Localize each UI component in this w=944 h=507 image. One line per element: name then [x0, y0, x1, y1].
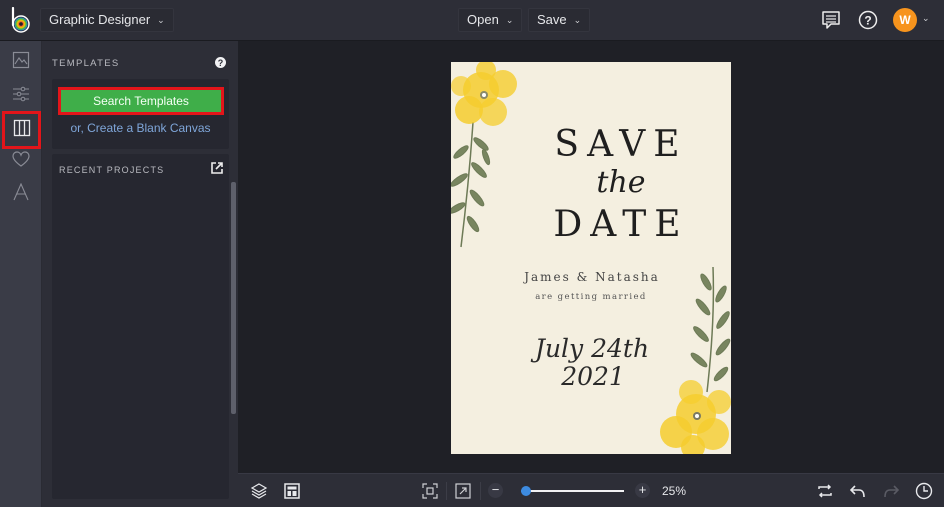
user-avatar[interactable]: W [893, 8, 917, 32]
recent-projects-card [52, 154, 229, 499]
chevron-down-icon[interactable]: ⌄ [922, 13, 930, 24]
zoom-slider[interactable] [521, 490, 624, 492]
bottom-toolbar: − + 25% [238, 473, 944, 507]
open-label: Open [467, 12, 499, 27]
panel-scrollbar[interactable] [231, 182, 236, 414]
open-dropdown[interactable]: Open ⌄ [458, 8, 523, 32]
create-blank-canvas-link[interactable]: or, Create a Blank Canvas [52, 121, 229, 135]
divider [480, 482, 481, 500]
save-dropdown[interactable]: Save ⌄ [528, 8, 591, 32]
flower-bottom-right [660, 380, 731, 454]
undo-icon[interactable] [849, 482, 867, 500]
redo-icon[interactable] [882, 482, 900, 500]
avatar-initial: W [899, 13, 911, 27]
expand-icon[interactable] [454, 482, 472, 500]
zoom-slider-handle[interactable] [521, 486, 532, 496]
rail-item-favorites[interactable] [6, 146, 36, 176]
divider [446, 482, 447, 500]
svg-text:?: ? [864, 14, 871, 28]
rail-item-text[interactable] [6, 179, 36, 209]
app-menu-dropdown[interactable]: Graphic Designer ⌄ [40, 8, 174, 32]
top-bar: Graphic Designer ⌄ Open ⌄ Save ⌄ ? W ⌄ [0, 0, 944, 41]
rail-item-templates[interactable] [2, 111, 41, 149]
couple-names: James & Natasha [524, 270, 660, 284]
event-year: 2021 [561, 362, 625, 391]
help-icon[interactable]: ? [215, 57, 226, 68]
rail-item-image[interactable] [6, 47, 36, 77]
text-icon [12, 182, 30, 206]
save-label: Save [537, 12, 567, 27]
layout-icon[interactable] [283, 482, 301, 500]
search-templates-button[interactable]: Search Templates [58, 87, 224, 115]
app-logo[interactable] [10, 6, 34, 33]
headline-the: the [596, 165, 646, 200]
headline-date: DATE [553, 204, 689, 245]
tool-rail [0, 41, 42, 507]
subtitle-text: are getting married [535, 292, 647, 302]
external-link-icon[interactable] [210, 161, 224, 175]
event-date: July 24th [534, 334, 650, 363]
headline-save: SAVE [554, 124, 688, 165]
sliders-icon [12, 85, 30, 108]
recent-projects-title: RECENT PROJECTS [59, 165, 165, 175]
columns-icon [13, 119, 31, 142]
zoom-in-button[interactable]: + [635, 483, 650, 498]
chat-icon[interactable] [820, 9, 842, 31]
flower-top-left [451, 62, 517, 126]
floral-decoration [451, 62, 731, 454]
templates-panel: TEMPLATES ? Search Templates or, Create … [42, 41, 238, 507]
design-canvas[interactable]: SAVE the DATE James & Natasha are gettin… [451, 62, 731, 454]
zoom-out-button[interactable]: − [488, 483, 503, 498]
rail-item-adjust[interactable] [6, 81, 36, 111]
image-icon [12, 51, 30, 74]
chevron-down-icon: ⌄ [505, 15, 514, 25]
chevron-down-icon: ⌄ [573, 15, 582, 25]
fit-screen-icon[interactable] [421, 482, 439, 500]
history-icon[interactable] [915, 482, 933, 500]
heart-icon [12, 150, 30, 173]
panel-title: TEMPLATES [52, 58, 120, 69]
app-menu-label: Graphic Designer [49, 12, 151, 27]
help-icon[interactable]: ? [857, 9, 879, 31]
zoom-percent: 25% [662, 484, 687, 498]
swap-icon[interactable] [816, 482, 834, 500]
chevron-down-icon: ⌄ [157, 15, 165, 25]
layers-icon[interactable] [250, 482, 268, 500]
